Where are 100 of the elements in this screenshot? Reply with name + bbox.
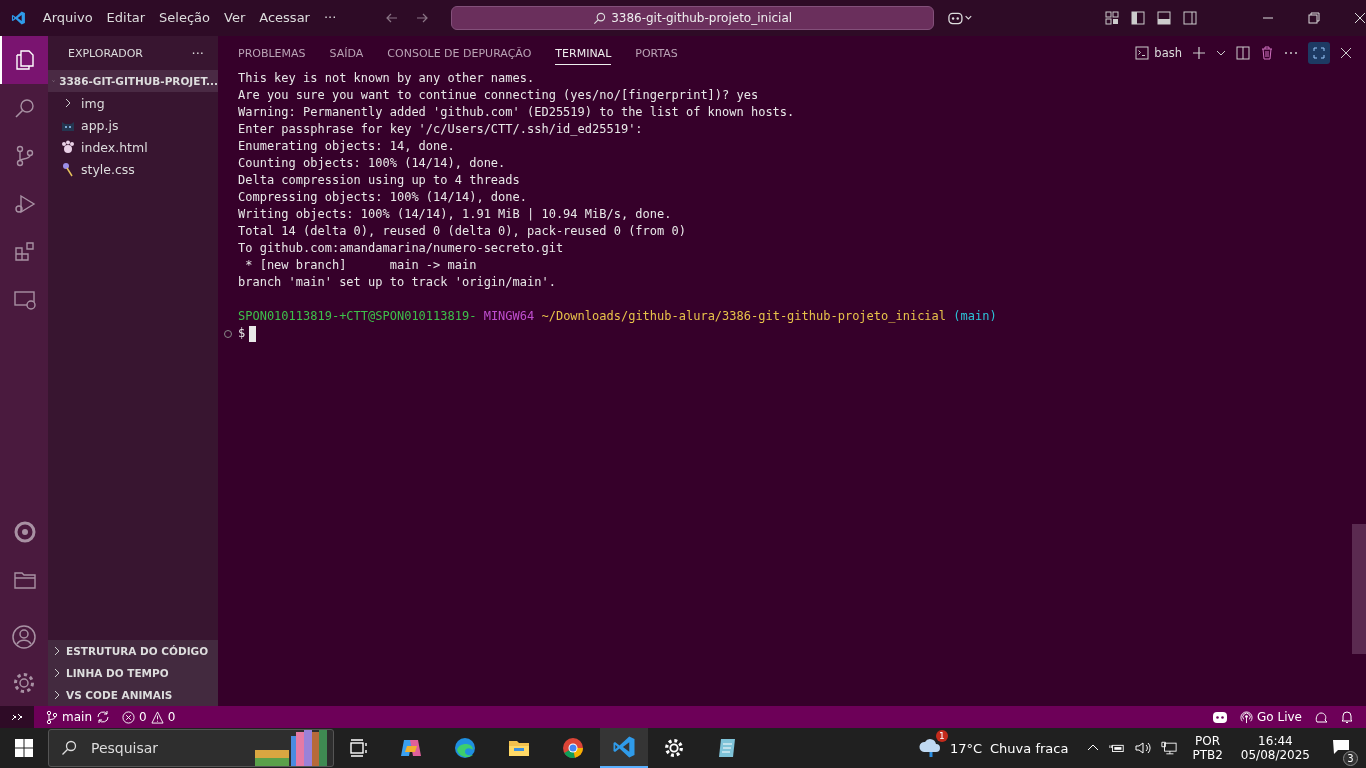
terminal-line: To github.com:amandamarina/numero-secreto.git <box>238 240 565 257</box>
edge-browser-icon[interactable] <box>453 736 477 760</box>
command-marker-icon <box>223 328 233 339</box>
panel-toggle-icon[interactable] <box>1156 10 1172 26</box>
temperature: 17°C <box>949 740 983 756</box>
maximize-icon[interactable] <box>1308 42 1330 64</box>
panel-tab[interactable]: PORTAS <box>635 41 678 65</box>
menu-item[interactable]: Editar <box>99 7 153 29</box>
notification-badge: 1 <box>935 729 948 742</box>
input-language-button[interactable]: POR PTB2 <box>1192 734 1223 762</box>
notification-count: 3 <box>1343 750 1358 766</box>
terminal-shell-button[interactable]: bash <box>1135 46 1182 60</box>
split-icon[interactable] <box>1236 46 1250 60</box>
file-item[interactable]: img <box>48 92 218 114</box>
terminal-icon <box>1135 46 1150 60</box>
folder-header[interactable]: 3386-GIT-GITHUB-PROJET... <box>48 70 218 92</box>
file-item[interactable]: style.css <box>48 158 218 180</box>
prompt-shell: MINGW64 <box>483 309 535 323</box>
terminal-line: Enter passphrase for key '/c/Users/CTT/.ssh/id_ed25519': <box>238 121 644 138</box>
menu-item[interactable]: Seleção <box>152 7 218 29</box>
windows-start-icon[interactable] <box>15 739 33 757</box>
menu-item[interactable]: Ver <box>217 7 253 29</box>
more-actions[interactable]: ··· <box>191 45 204 61</box>
terminal-line: Compressing objects: 100% (14/14), done. <box>238 189 528 206</box>
clock[interactable]: 16:44 05/08/2025 <box>1240 734 1310 762</box>
section-header[interactable]: ESTRUTURA DO CÓDIGO <box>48 640 218 662</box>
search-input[interactable]: Pesquisar <box>89 739 243 757</box>
run-debug-icon <box>13 192 37 216</box>
files-icon <box>13 48 37 72</box>
menu-item[interactable]: Arquivo <box>35 7 100 29</box>
problems-button[interactable]: 0 0 <box>122 710 176 724</box>
close-icon[interactable] <box>1340 47 1352 59</box>
terminal-line: Warning: Permanently added 'github.com' (ED25519) to the list of known hosts. <box>238 104 796 121</box>
section-header[interactable]: VS CODE ANIMAIS <box>48 684 218 706</box>
activity-item[interactable] <box>0 36 48 84</box>
wand-icon <box>60 161 76 177</box>
terminal-line: This key is not known by any other names. <box>238 70 536 87</box>
back-arrow-icon[interactable] <box>385 11 400 25</box>
close-icon[interactable] <box>1354 12 1366 24</box>
plus-icon[interactable] <box>1192 46 1206 60</box>
section-header[interactable]: LINHA DO TEMPO <box>48 662 218 684</box>
task-view-icon[interactable] <box>349 738 369 758</box>
file-item[interactable]: app.js <box>48 114 218 136</box>
copilot-icon[interactable] <box>947 10 972 26</box>
menu-item[interactable]: ··· <box>316 7 344 29</box>
branch-icon <box>46 710 58 724</box>
remote-icon <box>11 711 23 723</box>
forward-arrow-icon[interactable] <box>415 11 430 25</box>
scrollbar[interactable] <box>1352 524 1366 654</box>
terminal-line: Delta compression using up to 4 threads <box>238 172 521 189</box>
terminal-line: Enumerating objects: 14, done. <box>238 138 456 155</box>
pet-icon[interactable] <box>1314 710 1328 724</box>
warning-icon <box>150 710 164 724</box>
prompt-branch: (main) <box>953 309 997 323</box>
sidebar-toggle-icon[interactable] <box>1130 10 1146 26</box>
bell-icon[interactable] <box>1340 710 1354 724</box>
vscode-icon <box>612 735 636 759</box>
account-icon[interactable] <box>11 624 37 650</box>
terminal-line: * [new branch] main -> main <box>244 257 478 274</box>
prompt-path: ~/Downloads/github-alura/3386-git-github-projeto_inicial <box>541 309 947 323</box>
branch-button[interactable]: main <box>46 710 110 724</box>
chrome-browser-icon[interactable] <box>561 736 585 760</box>
extensions-icon <box>13 240 37 264</box>
chevron-down-icon[interactable] <box>1216 48 1226 58</box>
speaker-icon[interactable] <box>1135 741 1152 755</box>
search-bar[interactable]: Pesquisar <box>48 729 334 767</box>
weather-description: Chuva fraca <box>990 740 1069 756</box>
notifications-icon[interactable] <box>1332 738 1350 755</box>
search-icon <box>61 740 77 756</box>
go-live-button[interactable]: Go Live <box>1240 710 1302 724</box>
panel-tab[interactable]: SAÍDA <box>329 41 364 65</box>
vscode-taskbar-button[interactable] <box>600 728 648 768</box>
layout-icon[interactable] <box>1104 10 1120 26</box>
sidebar-title: EXPLORADOR <box>68 46 143 60</box>
error-icon <box>122 710 135 724</box>
sync-icon <box>96 710 110 724</box>
terminal-line: Total 14 (delta 0), reused 0 (delta 0), pack-reused 0 (from 0) <box>238 223 687 240</box>
menu-item[interactable]: Acessar <box>252 7 317 29</box>
terminal-line: Writing objects: 100% (14/14), 1.91 MiB | 10.94 MiB/s, done. <box>238 206 673 223</box>
file-item[interactable]: index.html <box>48 136 218 158</box>
trash-icon[interactable] <box>1260 46 1274 60</box>
command-center[interactable]: 3386-git-github-projeto_inicial <box>451 6 934 30</box>
broadcast-icon <box>1240 710 1254 724</box>
panel-tab[interactable]: PROBLEMAS <box>238 41 306 65</box>
network-icon[interactable] <box>1161 740 1178 756</box>
settings-icon[interactable] <box>663 737 685 759</box>
terminal-line: Are you sure you want to continue connecting (yes/no/[fingerprint])? yes <box>238 87 760 104</box>
vscode-logo-icon <box>11 10 26 26</box>
copilot-icon[interactable] <box>1212 710 1229 724</box>
prompt-user: SPON010113819-+CTT@SPON010113819- <box>238 309 477 323</box>
paw-icon <box>60 139 76 155</box>
ring-icon <box>13 520 37 544</box>
panel-tab[interactable]: CONSOLE DE DEPURAÇÃO <box>387 41 532 65</box>
cursor <box>249 325 257 342</box>
restore-icon[interactable] <box>1308 12 1320 24</box>
remote-explorer-icon <box>13 288 37 312</box>
battery-icon[interactable] <box>1109 742 1126 754</box>
panel-tab[interactable]: TERMINAL <box>555 41 612 65</box>
terminal-line: branch 'main' set up to track 'origin/main'. <box>238 274 557 291</box>
secondary-sidebar-icon[interactable] <box>1182 10 1198 26</box>
